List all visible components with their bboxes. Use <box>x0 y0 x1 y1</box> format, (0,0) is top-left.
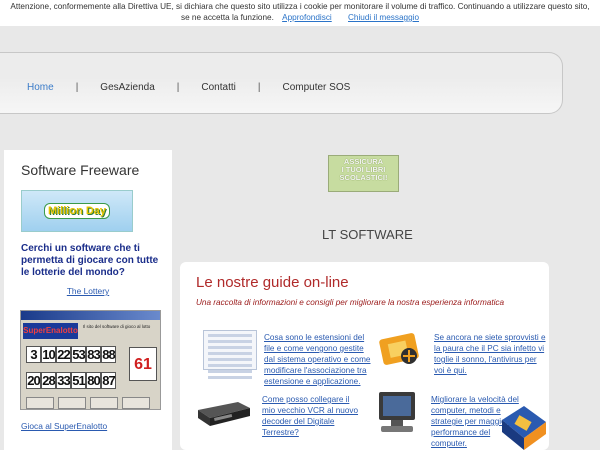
window-button <box>26 397 54 409</box>
window-buttons <box>26 397 150 409</box>
number-cell: 20 <box>26 372 41 389</box>
number-cell: 83 <box>86 346 101 363</box>
jolly-number: 61 <box>129 347 157 381</box>
nav-item-home[interactable]: Home <box>27 82 54 93</box>
school-books-ad[interactable]: ASSICURA I TUOI LIBRI SCOLASTICI! <box>328 155 399 192</box>
number-cell: 33 <box>56 372 71 389</box>
guide-link-vcr-decoder[interactable]: Come posso collegare il mio vecchio VCR … <box>262 394 362 438</box>
number-cell: 3 <box>26 346 41 363</box>
numbers-row-2: 20 28 33 51 80 87 <box>26 372 116 389</box>
sidebar: Software Freeware Million Day Cerchi un … <box>4 150 172 450</box>
cookie-text-line2-row: se ne accetta la funzione. Approfondisci… <box>0 12 600 23</box>
number-cell: 80 <box>86 372 101 389</box>
cookie-text-line2: se ne accetta la funzione. <box>180 13 274 22</box>
window-titlebar <box>21 311 160 320</box>
guide-link-antivirus[interactable]: Se ancora ne siete sprovvisti e la paura… <box>434 332 546 376</box>
file-list-icon[interactable] <box>203 330 257 379</box>
antivirus-icon[interactable] <box>375 328 425 368</box>
guides-title: Le nostre guide on-line <box>196 274 349 291</box>
nav-separator: | <box>75 82 79 93</box>
number-cell: 51 <box>71 372 86 389</box>
window-button <box>122 397 150 409</box>
guides-subtitle: Una raccolta di informazioni e consigli … <box>196 298 505 307</box>
nav-menu: Home | GesAzienda | Contatti | Computer … <box>27 82 350 93</box>
nav-item-computer-sos[interactable]: Computer SOS <box>282 82 350 93</box>
window-button <box>90 397 118 409</box>
nav-item-gesazienda[interactable]: GesAzienda <box>100 82 154 93</box>
window-button <box>58 397 86 409</box>
sidebar-title: Software Freeware <box>21 162 140 178</box>
play-superenalotto-link[interactable]: Gioca al SuperEnalotto <box>21 421 107 431</box>
page-title: LT SOFTWARE <box>322 227 413 242</box>
ad-line: SCOLASTICI! <box>339 173 388 182</box>
software-box-icon <box>498 400 548 450</box>
number-cell: 28 <box>41 372 56 389</box>
guide-link-file-extensions[interactable]: Cosa sono le estensioni del file e come … <box>264 332 374 387</box>
million-day-banner[interactable]: Million Day <box>21 190 133 232</box>
number-cell: 53 <box>71 346 86 363</box>
vcr-icon[interactable] <box>196 394 252 430</box>
main-nav: Home | GesAzienda | Contatti | Computer … <box>0 52 563 114</box>
nav-item-contatti[interactable]: Contatti <box>201 82 235 93</box>
numbers-row-1: 3 10 22 53 83 88 <box>26 346 116 363</box>
cookie-text-line1: Attenzione, conformemente alla Direttiva… <box>10 2 590 11</box>
number-cell: 22 <box>56 346 71 363</box>
million-day-logo: Million Day <box>43 203 111 219</box>
learn-more-link[interactable]: Approfondisci <box>282 13 332 22</box>
lottery-question: Cerchi un software che ti permetta di gi… <box>21 243 159 278</box>
computer-icon[interactable] <box>375 390 419 436</box>
nav-separator: | <box>257 82 261 93</box>
number-cell: 88 <box>101 346 116 363</box>
number-cell: 10 <box>41 346 56 363</box>
nav-separator: | <box>176 82 180 93</box>
superenalotto-logo: SuperEnalotto <box>23 323 78 339</box>
guides-panel: Le nostre guide on-line Una raccolta di … <box>180 262 549 450</box>
superenalotto-caption: Il sito del software di gioco al lotto <box>83 324 151 329</box>
the-lottery-link[interactable]: The Lottery <box>4 286 172 296</box>
close-message-link[interactable]: Chiudi il messaggio <box>348 13 419 22</box>
superenalotto-screenshot[interactable]: SuperEnalotto Il sito del software di gi… <box>20 310 161 410</box>
number-cell: 87 <box>101 372 116 389</box>
cookie-banner: Attenzione, conformemente alla Direttiva… <box>0 0 600 26</box>
